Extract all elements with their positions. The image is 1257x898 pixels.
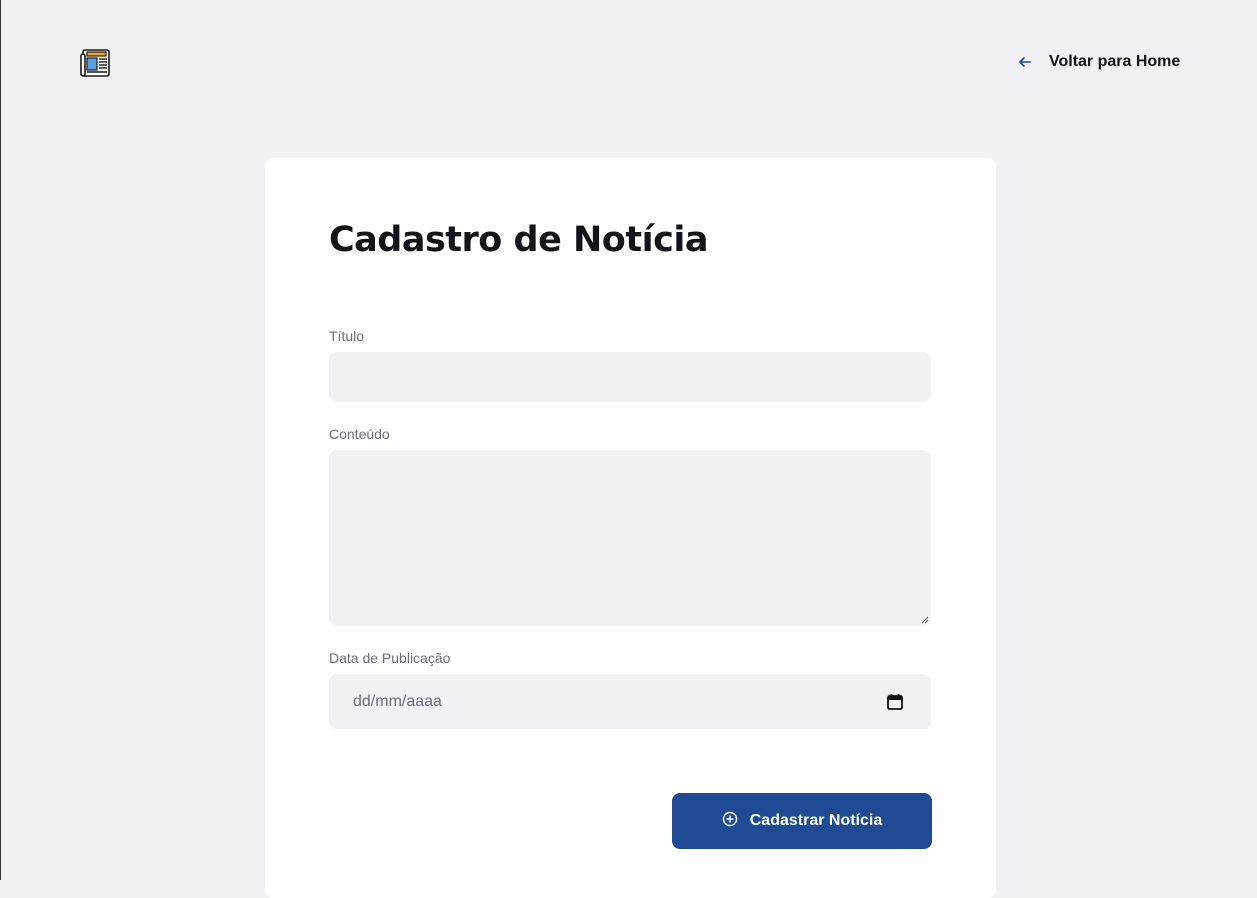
news-form-card: Cadastro de Notícia Título Conteúdo Data… (265, 158, 996, 898)
newspaper-icon (80, 47, 112, 79)
calendar-icon[interactable] (886, 693, 904, 711)
back-link-label: Voltar para Home (1049, 53, 1181, 70)
plus-circle-icon (722, 811, 738, 827)
submit-button-label: Cadastrar Notícia (749, 812, 883, 829)
submit-news-button[interactable]: Cadastrar Notícia (672, 793, 932, 849)
content-field-label: Conteúdo (329, 426, 390, 442)
arrow-left-icon (1017, 54, 1033, 70)
publication-date-input[interactable]: dd/mm/aaaa (329, 674, 931, 729)
page-title: Cadastro de Notícia (329, 220, 708, 260)
back-to-home-link[interactable]: Voltar para Home (1017, 53, 1180, 71)
date-placeholder: dd/mm/aaaa (353, 692, 442, 710)
resize-handle-icon[interactable] (921, 616, 929, 624)
title-input[interactable] (329, 352, 931, 402)
content-textarea[interactable] (329, 450, 931, 626)
publication-date-label: Data de Publicação (329, 650, 451, 666)
title-field-label: Título (329, 328, 365, 344)
